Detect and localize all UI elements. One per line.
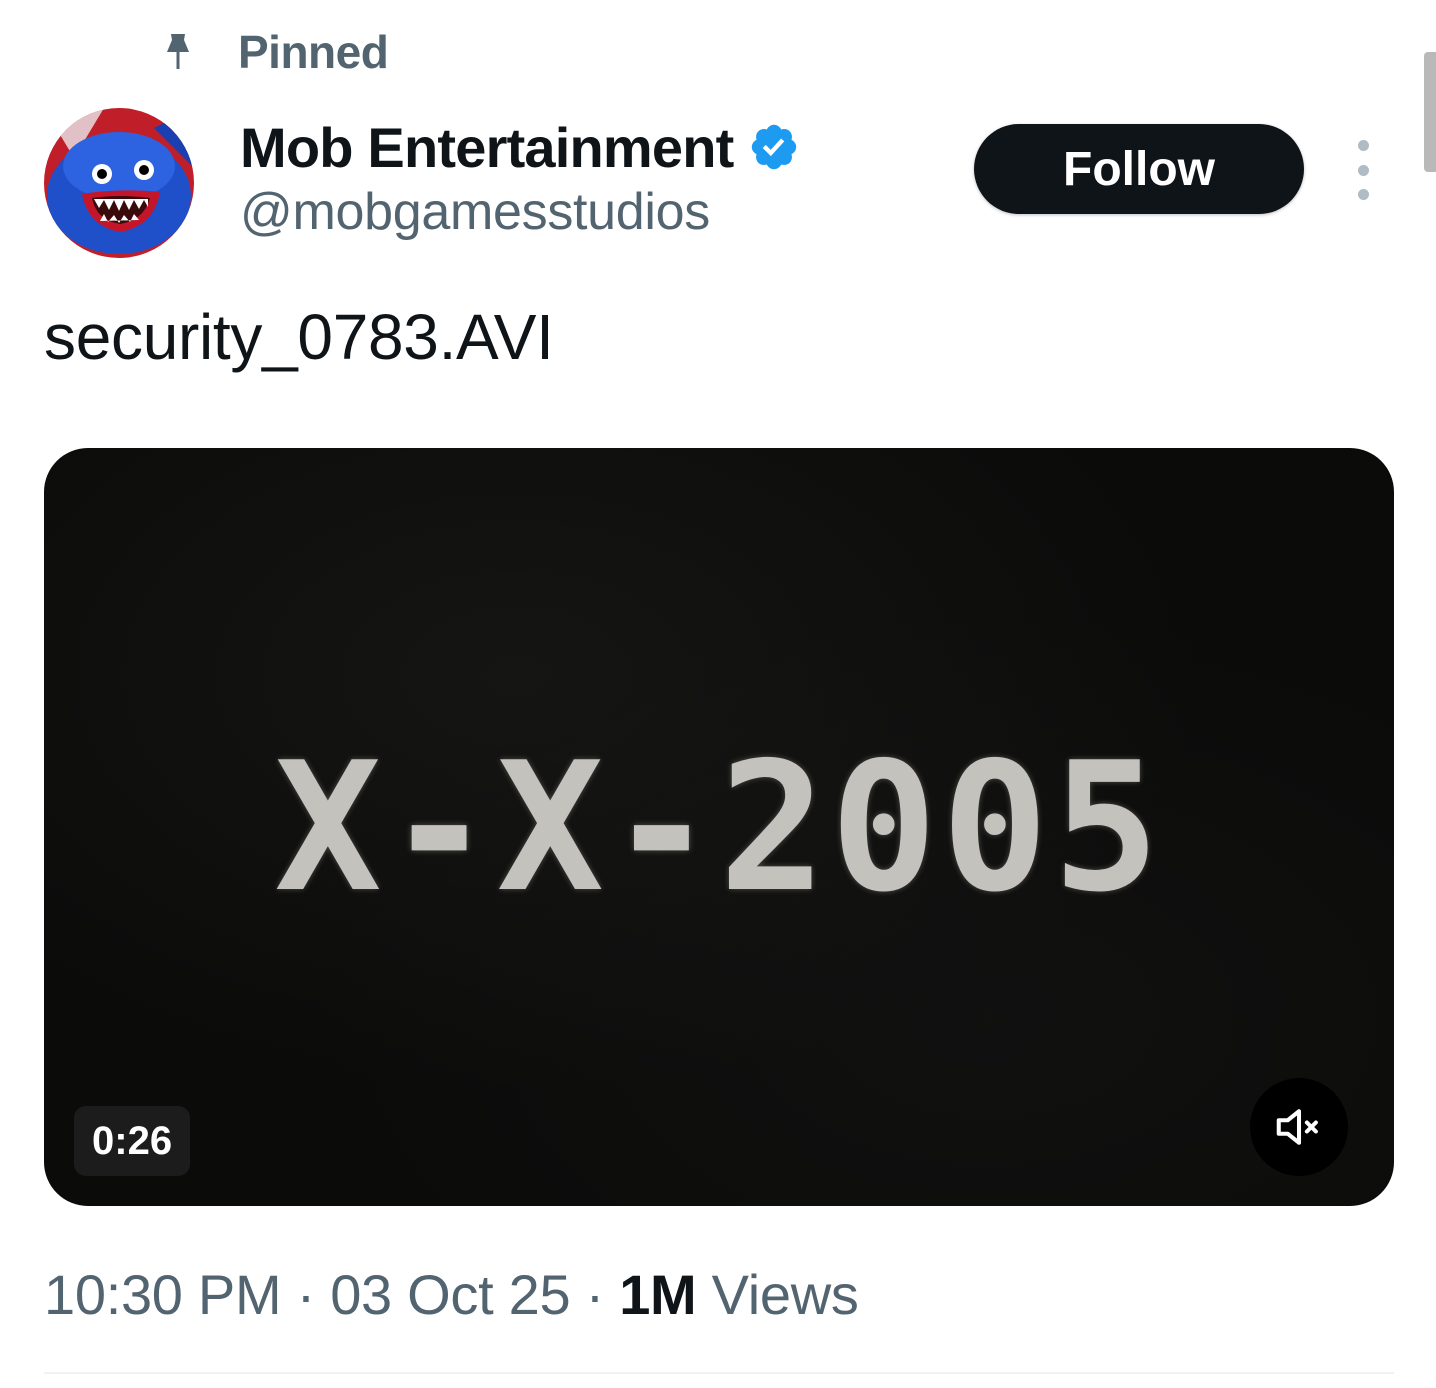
scrollbar[interactable] xyxy=(1424,52,1436,172)
follow-button[interactable]: Follow xyxy=(974,124,1304,214)
tweet-text: security_0783.AVI xyxy=(44,301,554,373)
divider xyxy=(44,1372,1394,1374)
muted-speaker-icon[interactable] xyxy=(1250,1078,1348,1176)
author-block: Mob Entertainment @mobgamesstudios xyxy=(240,112,800,242)
handle[interactable]: @mobgamesstudios xyxy=(240,182,800,242)
pinned-label: Pinned xyxy=(238,26,389,78)
meta-separator: · xyxy=(296,1263,316,1326)
meta-separator: · xyxy=(585,1263,605,1326)
pinned-indicator: Pinned xyxy=(160,24,389,80)
tweet-time[interactable]: 10:30 PM xyxy=(44,1263,282,1326)
views-label: Views xyxy=(711,1263,859,1326)
name-row: Mob Entertainment xyxy=(240,112,800,182)
avatar[interactable] xyxy=(44,108,194,258)
verified-badge-icon[interactable] xyxy=(748,121,800,173)
video-frame-text: X-X-2005 xyxy=(274,724,1164,931)
display-name[interactable]: Mob Entertainment xyxy=(240,115,734,180)
tweet-date[interactable]: 03 Oct 25 xyxy=(330,1263,570,1326)
pin-icon xyxy=(160,30,196,74)
more-dot xyxy=(1357,140,1369,151)
duration-badge: 0:26 xyxy=(74,1106,191,1176)
views-count: 1M xyxy=(619,1263,697,1326)
tweet-meta: 10:30 PM · 03 Oct 25 · 1M Views xyxy=(44,1262,859,1327)
more-dot xyxy=(1357,189,1369,200)
more-dot xyxy=(1357,164,1369,176)
more-options-icon[interactable] xyxy=(1340,140,1386,200)
video-player[interactable]: X-X-2005 0:26 xyxy=(44,448,1394,1206)
